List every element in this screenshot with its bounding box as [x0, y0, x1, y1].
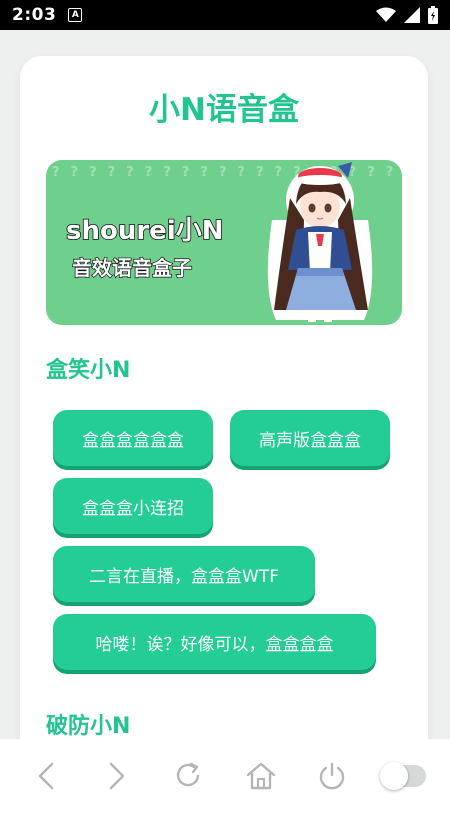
- sound-button-5[interactable]: 哈喽！诶？好像可以，盒盒盒盒: [53, 614, 376, 670]
- app-title: 小N语音盒: [149, 92, 299, 128]
- sound-button-2[interactable]: 高声版盒盒盒: [230, 410, 390, 466]
- banner-subtitle: 音效语音盒子: [71, 255, 192, 280]
- status-bar: 2:03 A: [0, 0, 450, 30]
- section-title-pofang: 破防小N: [46, 714, 131, 739]
- main-card: 小N语音盒 ??????????????????????????????????…: [20, 56, 428, 776]
- power-icon: [320, 762, 345, 790]
- notification-a-icon: A: [68, 8, 83, 22]
- anime-girl-illustration: [267, 162, 373, 322]
- power-button[interactable]: [307, 751, 357, 801]
- back-button[interactable]: [21, 751, 71, 801]
- sound-button-1[interactable]: 盒盒盒盒盒盒: [53, 410, 213, 466]
- browser-toolbar: [0, 739, 450, 813]
- toggle-button[interactable]: [379, 751, 429, 801]
- toggle-knob: [380, 762, 409, 790]
- refresh-button[interactable]: [164, 751, 214, 801]
- wifi-icon: [376, 7, 396, 22]
- sound-button-4[interactable]: 二言在直播，盒盒盒WTF: [53, 546, 315, 602]
- sound-button-3[interactable]: 盒盒盒小连招: [53, 478, 213, 534]
- forward-button[interactable]: [92, 751, 142, 801]
- battery-icon: [428, 6, 438, 24]
- toggle-switch[interactable]: [380, 762, 427, 790]
- signal-icon: [404, 7, 420, 23]
- home-icon: [246, 762, 275, 790]
- section-title-hexiao: 盒笑小N: [46, 358, 131, 383]
- refresh-icon: [177, 762, 200, 787]
- back-icon: [38, 762, 54, 790]
- forward-icon: [110, 762, 125, 790]
- banner: ????????????????????????????????????????…: [46, 160, 402, 325]
- status-time: 2:03: [12, 5, 57, 25]
- status-icons: [376, 6, 438, 24]
- home-button[interactable]: [236, 751, 286, 801]
- banner-title: shourei小N: [65, 215, 224, 247]
